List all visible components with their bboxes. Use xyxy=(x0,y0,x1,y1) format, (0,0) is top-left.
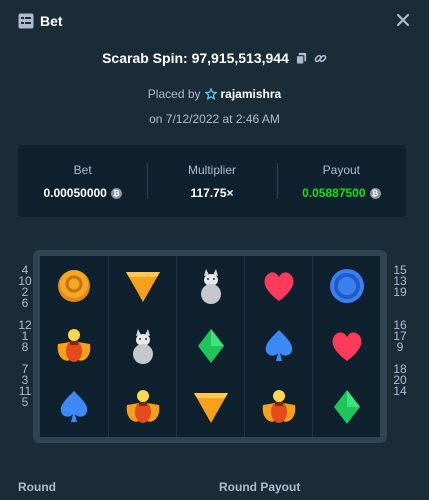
green-diamond-icon xyxy=(197,329,224,364)
link-icon[interactable] xyxy=(314,52,327,65)
multiplier-label: Multiplier xyxy=(187,163,236,177)
multiplier-text: 117.75× xyxy=(190,186,234,200)
payout-label: Payout xyxy=(322,163,360,177)
payline-number: 8 xyxy=(21,340,29,354)
reel-cell xyxy=(40,316,108,376)
red-heart-icon xyxy=(264,272,293,302)
bet-value: 0.00050000 xyxy=(43,186,107,200)
scarab-icon xyxy=(262,389,295,423)
reels-grid xyxy=(40,256,380,437)
payline-number: 19 xyxy=(393,285,407,299)
coin-icon: ₿ xyxy=(369,187,381,199)
placed-by: Placed by rajamishra xyxy=(0,87,429,101)
payout-amount: 0.05887500 ₿ xyxy=(277,186,406,200)
reel-cell xyxy=(244,376,312,437)
modal-header: Bet xyxy=(0,0,429,44)
reel-cell xyxy=(176,316,244,377)
placed-by-label: Placed by xyxy=(147,87,201,101)
payline-number xyxy=(391,298,409,309)
blue-circle-icon xyxy=(329,269,364,304)
round-label: Round xyxy=(18,480,56,494)
reel-cell xyxy=(244,316,312,377)
payline-number: 14 xyxy=(393,384,407,398)
reel-cell xyxy=(312,316,380,377)
close-icon[interactable] xyxy=(395,12,411,28)
orange-triangle-icon xyxy=(125,272,160,303)
spin-id-line: Scarab Spin: 97,915,513,944 xyxy=(0,50,429,66)
bet-date: on 7/12/2022 at 2:46 AM xyxy=(149,112,280,126)
scarab-icon xyxy=(126,389,159,423)
gold-coin-icon xyxy=(58,270,90,303)
grey-cat-icon xyxy=(132,329,153,365)
reel-cell xyxy=(312,376,380,437)
reel-cell xyxy=(312,256,380,317)
reel-cell xyxy=(108,376,176,437)
reel-cell xyxy=(244,256,312,317)
modal-title: Bet xyxy=(40,13,63,29)
copy-icon[interactable] xyxy=(295,52,308,65)
round-payout-label: Round Payout xyxy=(219,480,301,494)
paylines-left: 4 10 2 6 12 1 8 7 3 11 5 xyxy=(18,264,32,409)
orange-triangle-icon xyxy=(193,392,228,423)
star-icon xyxy=(204,88,217,100)
bet-label: Bet xyxy=(73,163,92,177)
multiplier-stat: Multiplier 117.75× xyxy=(147,145,276,217)
bet-amount: 0.00050000 ₿ xyxy=(18,186,147,200)
green-diamond-icon xyxy=(333,389,360,424)
blue-spade-icon xyxy=(60,390,88,422)
payout-value: 0.05887500 xyxy=(302,186,366,200)
reel-cell xyxy=(176,376,244,437)
bet-stats-panel: Bet 0.00050000 ₿ Multiplier 117.75× Payo… xyxy=(18,145,406,217)
blue-spade-icon xyxy=(265,330,292,362)
reel-cell xyxy=(40,256,108,316)
multiplier-value: 117.75× xyxy=(147,186,276,200)
coin-icon: ₿ xyxy=(110,187,122,199)
username-link[interactable]: rajamishra xyxy=(221,87,282,101)
reel-cell xyxy=(176,256,244,317)
payline-number: 6 xyxy=(21,296,29,310)
payline-number: 5 xyxy=(21,395,29,409)
reel-cell xyxy=(40,377,108,437)
payout-stat: Payout 0.05887500 ₿ xyxy=(276,145,406,217)
reel-cell xyxy=(108,316,176,377)
scarab-icon xyxy=(57,329,91,363)
reel-cell xyxy=(108,256,176,317)
red-heart-icon xyxy=(332,332,361,362)
payline-number: 9 xyxy=(396,340,404,354)
spin-id: Scarab Spin: 97,915,513,944 xyxy=(102,50,289,66)
bet-stat: Bet 0.00050000 ₿ xyxy=(18,145,147,217)
grey-cat-icon xyxy=(200,269,221,305)
payline-number xyxy=(391,397,409,408)
bet-list-icon xyxy=(18,13,34,29)
paylines-right: 15 13 19 16 17 9 18 20 14 xyxy=(391,264,409,408)
